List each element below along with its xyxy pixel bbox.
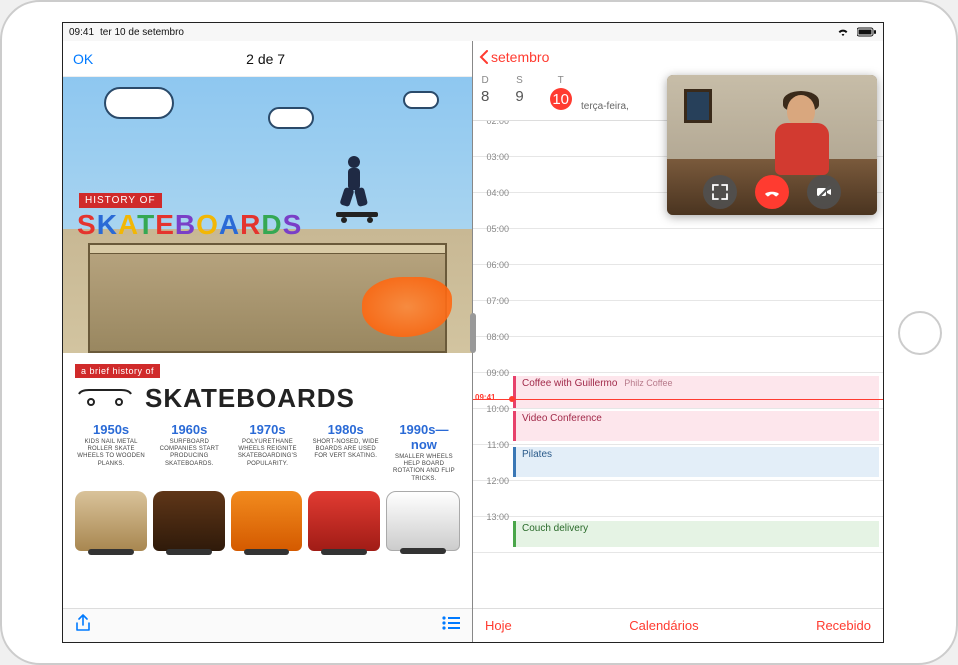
calendar-footer: Hoje Calendários Recebido <box>473 608 883 642</box>
board-graphic <box>308 491 380 551</box>
event-title: Pilates <box>522 449 552 460</box>
hour-label: 04:00 <box>473 188 513 223</box>
fullscreen-icon <box>711 183 729 201</box>
infographic-title: SKATEBOARDS <box>145 383 355 414</box>
boards-row <box>75 491 460 551</box>
battery-icon <box>857 27 877 37</box>
pip-frame-art <box>684 89 712 123</box>
brief-badge: a brief history of <box>75 364 160 378</box>
hour-label: 10:00 <box>473 404 513 439</box>
event-video[interactable]: Video Conference <box>513 411 879 441</box>
weekday-label: terça-feira, <box>581 101 629 112</box>
hour-label: 03:00 <box>473 152 513 187</box>
day-col[interactable]: S9 <box>515 73 523 105</box>
calendar-header: setembro <box>473 41 883 73</box>
back-label: setembro <box>491 49 549 65</box>
skateboard-icon <box>75 384 135 413</box>
hour-label: 11:00 <box>473 440 513 475</box>
board-graphic <box>153 491 225 551</box>
board-graphic <box>386 491 460 551</box>
skater-graphic <box>332 154 382 224</box>
hangup-icon <box>763 183 781 201</box>
ok-button[interactable]: OK <box>73 51 93 67</box>
now-indicator-dot <box>509 396 515 402</box>
pip-fullscreen-button[interactable] <box>703 175 737 209</box>
hour-label: 08:00 <box>473 332 513 367</box>
ipad-frame: 09:41 ter 10 de setembro OK 2 de 7 <box>0 0 958 665</box>
hero-image: HISTORY OF SKATEBOARDS <box>63 77 472 353</box>
pip-person <box>769 91 839 181</box>
decade-col: 1990s—nowSMALLER WHEELS HELP BOARD ROTAT… <box>388 422 460 483</box>
split-view: OK 2 de 7 HISTORY OF <box>63 41 883 642</box>
hour-label: 02:00 <box>473 121 513 151</box>
share-button[interactable] <box>75 614 91 637</box>
chevron-left-icon <box>479 50 489 64</box>
wifi-icon <box>837 27 849 37</box>
status-time: 09:41 <box>69 27 94 38</box>
event-location: Philz Coffee <box>624 378 672 388</box>
status-date: ter 10 de setembro <box>100 27 184 38</box>
now-time-label: 09:41 <box>475 393 495 402</box>
hero-title: SKATEBOARDS <box>77 209 302 241</box>
day-col-today[interactable]: T10 <box>550 73 572 110</box>
hero-badge: HISTORY OF <box>79 193 162 208</box>
photo-counter: 2 de 7 <box>246 51 285 67</box>
hour-label: 07:00 <box>473 296 513 331</box>
screen: 09:41 ter 10 de setembro OK 2 de 7 <box>62 22 884 643</box>
now-indicator-line <box>473 399 883 400</box>
decade-col: 1960sSURFBOARD COMPANIES START PRODUCING… <box>153 422 225 483</box>
event-pilates[interactable]: Pilates <box>513 447 879 477</box>
hour-label: 13:00 <box>473 512 513 547</box>
photos-header: OK 2 de 7 <box>63 41 472 77</box>
list-button[interactable] <box>442 616 460 635</box>
day-col[interactable]: D8 <box>481 73 489 105</box>
pip-controls <box>667 175 877 209</box>
decade-col: 1950sKIDS NAIL METAL ROLLER SKATE WHEELS… <box>75 422 147 483</box>
inbox-button[interactable]: Recebido <box>816 618 871 633</box>
hour-label: 06:00 <box>473 260 513 295</box>
hour-label: 12:00 <box>473 476 513 511</box>
event-coffee[interactable]: Coffee with Guillermo Philz Coffee <box>513 376 879 408</box>
decades-row: 1950sKIDS NAIL METAL ROLLER SKATE WHEELS… <box>75 422 460 483</box>
board-graphic <box>231 491 303 551</box>
status-bar: 09:41 ter 10 de setembro <box>63 23 883 41</box>
home-button[interactable] <box>898 311 942 355</box>
infographic: a brief history of SKATEBOARDS 1950sKIDS… <box>63 353 472 608</box>
back-button[interactable]: setembro <box>479 49 549 65</box>
today-button[interactable]: Hoje <box>485 618 512 633</box>
photo-content[interactable]: HISTORY OF SKATEBOARDS a brief history o… <box>63 77 472 608</box>
photos-footer <box>63 608 472 642</box>
facetime-pip[interactable] <box>667 75 877 215</box>
pip-hangup-button[interactable] <box>755 175 789 209</box>
camera-off-icon <box>815 183 833 201</box>
calendar-pane: setembro D8 S9 T10 terça-feira, 02:00 03… <box>473 41 883 642</box>
event-title: Couch delivery <box>522 523 588 534</box>
decade-col: 1980sSHORT-NOSED, WIDE BOARDS ARE USED F… <box>310 422 382 483</box>
pip-camera-off-button[interactable] <box>807 175 841 209</box>
cloud-icon <box>268 107 314 129</box>
hour-label: 05:00 <box>473 224 513 259</box>
split-handle[interactable] <box>470 313 476 353</box>
photos-pane: OK 2 de 7 HISTORY OF <box>63 41 473 642</box>
event-couch[interactable]: Couch delivery <box>513 521 879 547</box>
calendars-button[interactable]: Calendários <box>629 618 698 633</box>
cloud-icon <box>104 87 174 119</box>
decade-col: 1970sPOLYURETHANE WHEELS REIGNITE SKATEB… <box>231 422 303 483</box>
cloud-icon <box>403 91 439 109</box>
board-graphic <box>75 491 147 551</box>
event-title: Coffee with Guillermo <box>522 378 617 389</box>
event-title: Video Conference <box>522 413 602 424</box>
